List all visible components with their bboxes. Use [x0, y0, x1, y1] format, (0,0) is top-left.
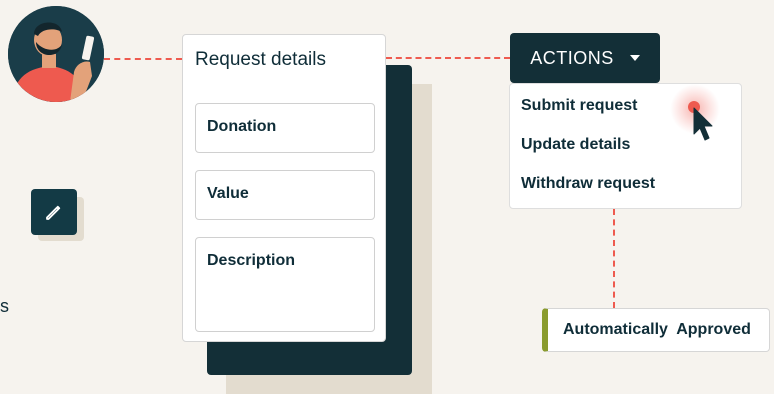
menu-item-update-details[interactable]: Update details [521, 136, 630, 154]
edit-button[interactable] [31, 189, 77, 235]
pencil-icon [46, 205, 61, 220]
description-field-label: Description [207, 252, 296, 269]
donation-field-label: Donation [207, 118, 277, 135]
partial-text: s [0, 296, 9, 316]
donation-field[interactable]: Donation [195, 103, 375, 153]
avatar [8, 6, 104, 102]
value-field[interactable]: Value [195, 170, 375, 220]
mouse-cursor-icon [693, 107, 713, 141]
menu-item-submit-request[interactable]: Submit request [521, 97, 637, 115]
status-label: Automatically Approved [563, 321, 751, 338]
connector-form-actions [386, 57, 510, 59]
person-illustration [8, 6, 104, 102]
menu-item-withdraw-request[interactable]: Withdraw request [521, 175, 655, 193]
caret-down-icon [629, 55, 640, 61]
actions-label: ACTIONS [530, 47, 614, 68]
form-title: Request details [195, 49, 326, 70]
connector-avatar-form [104, 58, 182, 60]
description-field[interactable]: Description [195, 237, 375, 332]
connector-menu-status [613, 209, 615, 308]
value-field-label: Value [207, 185, 249, 202]
request-details-card: Request details Donation Value Descripti… [182, 34, 386, 342]
actions-dropdown-button[interactable]: ACTIONS [510, 33, 660, 83]
status-badge: Automatically Approved [542, 308, 770, 352]
